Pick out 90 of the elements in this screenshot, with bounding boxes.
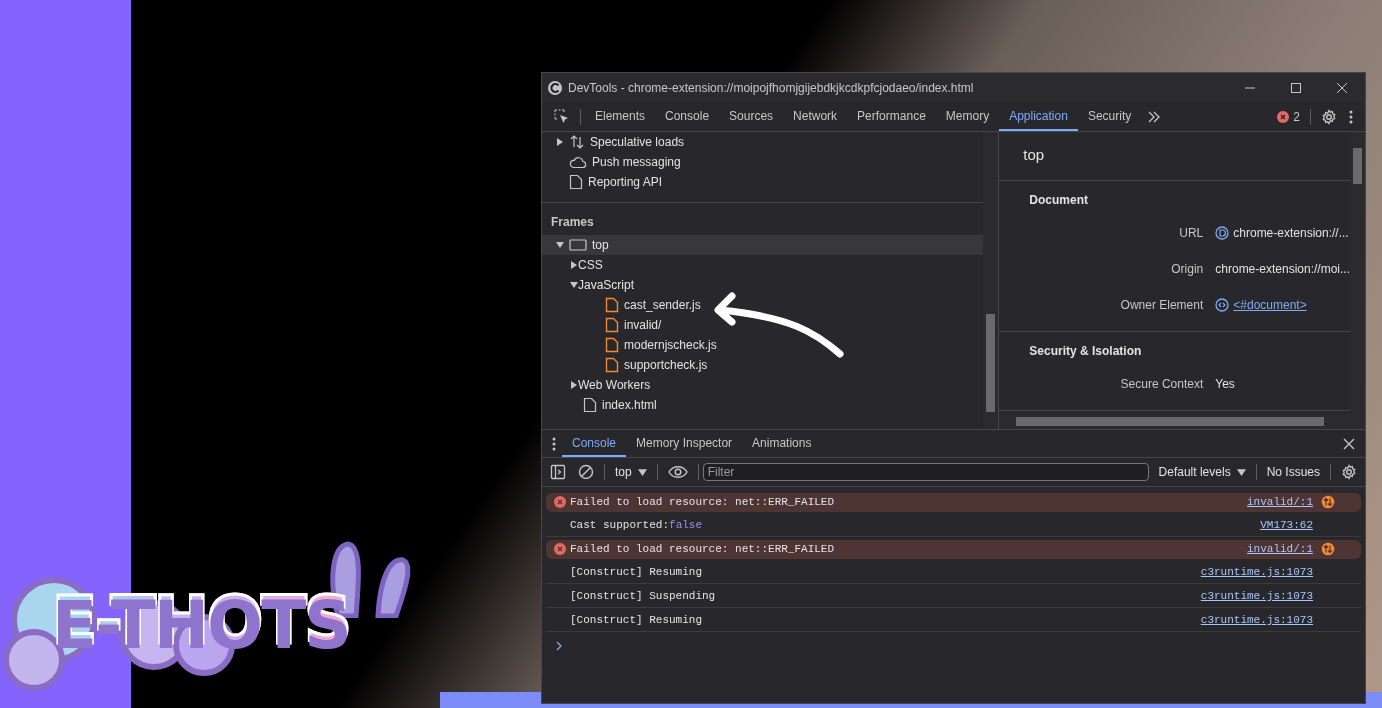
tree-item[interactable]: invalid/: [542, 315, 984, 335]
more-tabs-icon[interactable]: [1147, 110, 1162, 123]
panel-tab[interactable]: Application: [999, 102, 1078, 131]
panel-tab[interactable]: Elements: [585, 102, 656, 131]
message-text: [Construct] Resuming: [570, 566, 703, 578]
field-value: chrome-extension://moi...: [1215, 262, 1350, 276]
error-icon: [1277, 110, 1290, 123]
up-down-arrows-icon: [569, 134, 585, 150]
network-request-icon[interactable]: [1321, 542, 1335, 556]
script-file-icon: [605, 317, 619, 333]
source-link[interactable]: c3runtime.js:1073: [1200, 566, 1313, 578]
message-text: Failed to load resource: net::ERR_FAILED: [570, 496, 835, 508]
source-link[interactable]: c3runtime.js:1073: [1200, 614, 1313, 626]
code-node-icon[interactable]: [1215, 298, 1230, 312]
document-icon: [583, 397, 597, 413]
panel-tab[interactable]: Console: [655, 102, 720, 131]
element-link[interactable]: <#document>: [1233, 298, 1307, 312]
tree-item[interactable]: supportcheck.js: [542, 355, 984, 375]
message-text: [Construct] Suspending: [570, 590, 716, 602]
tree-item[interactable]: JavaScript: [542, 275, 984, 295]
section-heading: Frames: [550, 214, 595, 231]
field-value: Yes: [1215, 377, 1235, 391]
close-icon[interactable]: [1343, 437, 1355, 450]
error-icon: [554, 496, 566, 508]
caret-icon: [1236, 468, 1246, 476]
tree-item[interactable]: CSS: [542, 255, 984, 275]
panel-tab[interactable]: Sources: [719, 102, 784, 131]
collapse-triangle-icon[interactable]: [570, 281, 578, 289]
panel-tab[interactable]: Network: [783, 102, 848, 131]
drawer-tab[interactable]: Memory Inspector: [626, 430, 743, 457]
error-count-button[interactable]: 2: [1271, 109, 1306, 124]
clear-console-icon[interactable]: [578, 464, 594, 480]
window-title: DevTools - chrome-extension://moipojfhomjgijebdkjkcdkpfcjodaeo/index.html: [568, 80, 974, 95]
source-link[interactable]: VM173:62: [1260, 519, 1313, 531]
source-link[interactable]: c3runtime.js:1073: [1200, 590, 1313, 602]
tree-item[interactable]: Speculative loads: [542, 132, 984, 152]
close-icon: [1337, 82, 1347, 93]
tree-item[interactable]: top: [542, 235, 984, 255]
more-options-icon[interactable]: [1349, 109, 1353, 124]
tree-item[interactable]: Reporting API: [542, 172, 984, 192]
field-label: Owner Element: [1119, 298, 1204, 312]
prompt-icon[interactable]: [556, 641, 562, 651]
script-file-icon: [605, 297, 619, 313]
source-link[interactable]: invalid/:1: [1247, 496, 1313, 508]
panel-tab[interactable]: Memory: [935, 102, 1000, 131]
eye-icon[interactable]: [667, 465, 688, 479]
drawer-menu-icon[interactable]: [552, 436, 556, 451]
sidebar-toggle-icon[interactable]: [550, 464, 566, 480]
maximize-icon: [1291, 82, 1301, 93]
field-label: URL: [1178, 226, 1204, 240]
app-logo-icon: [547, 79, 563, 96]
panel-tab[interactable]: Performance: [847, 102, 936, 131]
section-heading: Document: [1028, 193, 1089, 209]
tree-item[interactable]: Web Workers: [542, 375, 984, 395]
settings-icon[interactable]: [1341, 464, 1357, 480]
drawer-tab[interactable]: Console: [562, 430, 627, 457]
expand-triangle-icon[interactable]: [570, 381, 578, 389]
frame-icon: [569, 238, 587, 252]
message-text: Failed to load resource: net::ERR_FAILED: [570, 543, 835, 555]
tree-item[interactable]: modernjscheck.js: [542, 335, 984, 355]
tree-item[interactable]: cast_sender.js: [542, 295, 984, 315]
source-link[interactable]: invalid/:1: [1247, 543, 1313, 555]
filter-field[interactable]: Filter: [702, 463, 1149, 481]
drawer-tab[interactable]: Animations: [742, 430, 822, 457]
field-label: Secure Context: [1119, 377, 1204, 391]
field-value: chrome-extension://...: [1233, 226, 1349, 240]
network-request-icon[interactable]: [1321, 495, 1335, 509]
value-text: false: [669, 519, 703, 531]
message-text: [Construct] Resuming: [570, 614, 703, 626]
frame-link-icon[interactable]: [1215, 226, 1230, 240]
field-label: Origin: [1170, 262, 1204, 276]
collapse-triangle-icon[interactable]: [556, 241, 564, 249]
levels-dropdown[interactable]: Default levels: [1152, 465, 1252, 479]
expand-triangle-icon[interactable]: [570, 261, 578, 269]
inspect-element-icon[interactable]: [554, 108, 570, 125]
settings-icon[interactable]: [1321, 108, 1337, 125]
panel-tab[interactable]: Security: [1077, 102, 1142, 131]
script-file-icon: [605, 337, 619, 353]
cloud-icon: [569, 155, 587, 169]
tree-item[interactable]: Push messaging: [542, 152, 984, 172]
tree-item[interactable]: index.html: [542, 395, 984, 415]
context-dropdown[interactable]: top: [609, 465, 653, 479]
caret-icon: [637, 468, 647, 476]
error-icon: [554, 543, 566, 555]
document-icon: [569, 174, 583, 190]
issues-button[interactable]: No Issues: [1260, 465, 1326, 479]
message-text: Cast supported:: [570, 519, 670, 531]
script-file-icon: [605, 357, 619, 373]
section-heading: Security & Isolation: [1028, 344, 1143, 360]
expand-triangle-icon[interactable]: [556, 138, 564, 146]
